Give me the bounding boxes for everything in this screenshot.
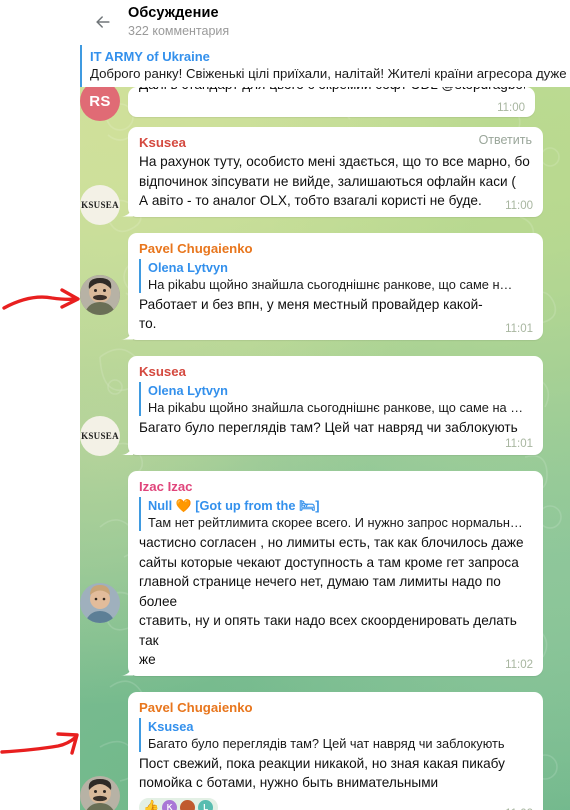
message-text-line-5: же — [139, 652, 156, 667]
message-bubble[interactable]: Далі в стандарт для цього є окремий софт… — [128, 87, 535, 117]
reaction-avatar-2 — [180, 799, 196, 810]
message-time: 11:00 — [505, 199, 533, 212]
reply-quote-author: Olena Lytvyn — [148, 382, 228, 398]
pinned-post-author: IT ARMY of Ukraine — [90, 49, 210, 64]
message-list[interactable]: RS Далі в стандарт для цього є окремий с… — [80, 87, 570, 810]
reply-quote[interactable]: Ksusea Багато було переглядів там? Цей ч… — [139, 717, 533, 752]
reply-quote[interactable]: Olena Lytvyn На pikabu щойно знайшла сьо… — [139, 258, 533, 293]
back-button[interactable] — [88, 7, 118, 37]
avatar[interactable] — [80, 775, 120, 810]
reply-quote[interactable]: Olena Lytvyn На pikabu щойно знайшла сьо… — [139, 381, 533, 416]
message-sender: Izac Izac — [139, 479, 193, 494]
pinned-post-text: Доброго ранку! Свіженькі цілі приїхали, … — [90, 66, 567, 81]
reply-quote-text: Багато було переглядів там? Цей чат навр… — [148, 735, 505, 751]
chat-header: Обсуждение 322 комментария — [80, 0, 570, 44]
message-bubble[interactable]: Pavel Chugaienko Ksusea Багато було пере… — [128, 691, 543, 810]
comment-count: 322 комментария — [128, 24, 230, 39]
message-bubble[interactable]: Ksusea Ответить На рахунок туту, особист… — [128, 127, 543, 217]
reply-quote-text: На pikabu щойно знайшла сьогоднішнє ранк… — [148, 276, 513, 292]
message-sender: Ksusea — [139, 363, 186, 379]
telegram-discussion-screen: Обсуждение 322 комментария IT ARMY of Uk… — [0, 0, 570, 810]
reply-quote-author: Olena Lytvyn — [148, 259, 228, 275]
message-text: Работает и без впн, у меня местный прова… — [139, 296, 483, 332]
avatar-photo-pavel-icon — [80, 775, 120, 810]
message-text: Багато було переглядів там? Цей чат навр… — [139, 419, 518, 435]
message-text-line-2: сайты которые чекают доступность а там к… — [139, 554, 519, 570]
reply-quote-text: Там нет рейтлимита скорее всего. И нужно… — [148, 515, 523, 530]
message-sender: Pavel Chugaienko — [139, 699, 253, 715]
reply-quote[interactable]: Null 🧡 [Got up from the 🛏] Там нет рейтл… — [139, 497, 533, 531]
message-ksusea-1[interactable]: KSUSEA Ksusea Ответить На рахунок туту, … — [80, 127, 570, 225]
message-bubble[interactable]: Ksusea Olena Lytvyn На pikabu щойно знай… — [128, 355, 543, 455]
message-time: 11:01 — [505, 438, 533, 450]
reply-button[interactable]: Ответить — [479, 133, 532, 147]
page-title: Обсуждение — [128, 5, 219, 22]
message-sender: Pavel Chugaienko — [139, 240, 253, 256]
thumbs-up-icon: 👍 — [143, 799, 160, 810]
message-time: 11:02 — [505, 658, 533, 671]
message-time: 11:01 — [505, 322, 533, 335]
message-text-line-4: ставить, ну и опять таки надо всех скоор… — [139, 613, 517, 648]
avatar[interactable]: KSUSEA — [80, 415, 120, 456]
message-text-line-1: Пост свежий, пока реакции никакой, но зн… — [139, 755, 505, 771]
message-rs[interactable]: RS Далі в стандарт для цього є окремий с… — [80, 87, 570, 121]
header-text-group: Обсуждение 322 комментария — [128, 5, 229, 38]
message-text-line-3: главной странице нечего нет, думаю там л… — [139, 574, 501, 609]
avatar-initials: RS — [89, 92, 111, 110]
avatar-photo-pavel-icon — [80, 274, 120, 315]
avatar[interactable] — [80, 274, 120, 315]
pinned-channel-post[interactable]: IT ARMY of Ukraine Доброго ранку! Свіжен… — [80, 45, 570, 87]
message-izac[interactable]: Izac Izac Null 🧡 [Got up from the 🛏] Там… — [80, 471, 570, 682]
message-pavel-1[interactable]: Pavel Chugaienko Olena Lytvyn На pikabu … — [80, 232, 570, 346]
reply-quote-author: Null 🧡 [Got up from the 🛏] — [148, 498, 320, 513]
message-text: Далі в стандарт для цього є окремий софт… — [139, 87, 525, 95]
reactions-row: 👍 K L — [139, 797, 533, 810]
message-text-line-1: На рахунок туту, особисто мені здається,… — [139, 154, 530, 169]
avatar[interactable]: RS — [80, 87, 120, 121]
message-text-line-2: відпочинок зіпсувати не вийде, залишають… — [139, 173, 516, 189]
message-bubble[interactable]: Pavel Chugaienko Olena Lytvyn На pikabu … — [128, 232, 543, 340]
messages-container: RS Далі в стандарт для цього є окремий с… — [80, 87, 570, 810]
avatar-photo-izac-icon — [80, 583, 120, 623]
reply-quote-text: На pikabu щойно знайшла сьогоднішнє ранк… — [148, 399, 523, 415]
avatar-initials: KSUSEA — [81, 430, 119, 441]
message-text-line-2: помойка с ботами, нужно быть внимательны… — [139, 775, 439, 790]
message-time: 11:00 — [497, 102, 525, 114]
message-bubble[interactable]: Izac Izac Null 🧡 [Got up from the 🛏] Там… — [128, 471, 543, 676]
reaction-avatar-3: L — [198, 799, 214, 810]
reaction-avatar-1: K — [162, 799, 178, 810]
message-text-line-1: частисно согласен , но лимиты есть, так … — [139, 535, 524, 550]
reaction-thumbsup[interactable]: 👍 K L — [139, 797, 219, 810]
avatar[interactable]: KSUSEA — [80, 185, 120, 225]
message-ksusea-2[interactable]: KSUSEA Ksusea Olena Lytvyn На pikabu щой… — [80, 355, 570, 462]
message-pavel-2[interactable]: Pavel Chugaienko Ksusea Багато було пере… — [80, 691, 570, 810]
avatar-initials: KSUSEA — [81, 200, 119, 210]
avatar[interactable] — [80, 583, 120, 623]
arrow-left-icon — [96, 16, 110, 28]
reply-quote-author: Ksusea — [148, 718, 194, 734]
message-sender: Ksusea — [139, 135, 186, 150]
message-text-line-3: А авіто - то аналог OLX, тобто взагалі к… — [139, 193, 482, 208]
